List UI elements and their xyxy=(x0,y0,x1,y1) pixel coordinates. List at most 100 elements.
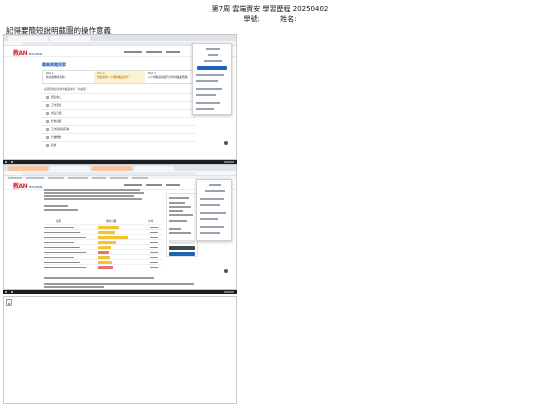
row-value xyxy=(150,236,158,238)
footer-text xyxy=(44,283,194,285)
assignment-header: 第7周 雲端資安 學習歷程 20250402 xyxy=(211,5,329,13)
start-icon[interactable] xyxy=(5,161,7,163)
footer-text xyxy=(44,277,154,279)
step-3[interactable]: Part 3 以下哪個選項最符合你的職業興趣？ xyxy=(145,71,196,83)
url-field[interactable] xyxy=(22,42,196,45)
popup-text xyxy=(196,80,218,82)
option-item[interactable]: 升遷機會 xyxy=(42,133,196,140)
summary-text xyxy=(44,189,140,191)
radio-icon[interactable] xyxy=(46,104,49,107)
row-value xyxy=(150,266,158,268)
clock xyxy=(224,161,234,163)
row-label xyxy=(44,226,74,228)
radio-icon[interactable] xyxy=(46,120,49,123)
option-label: 成長空間 xyxy=(51,112,62,115)
popup-text xyxy=(200,218,218,220)
taskbar-app-icon[interactable] xyxy=(11,291,13,293)
sidebar-button[interactable] xyxy=(169,240,195,244)
step-text: 你最看重以下哪種職業條件？ xyxy=(97,76,131,79)
summary-text xyxy=(44,195,134,197)
url-field[interactable] xyxy=(22,172,196,175)
table-header: 項目 xyxy=(56,220,62,223)
step-1[interactable]: Part 1 你喜歡哪種活動？ xyxy=(43,71,94,83)
option-label: 工作環境與同事 xyxy=(51,128,70,131)
radio-icon[interactable] xyxy=(46,112,49,115)
start-icon[interactable] xyxy=(5,291,7,293)
screenshot-3-placeholder xyxy=(3,296,237,404)
row-value xyxy=(150,226,158,228)
nav-link[interactable] xyxy=(124,184,142,186)
row-label xyxy=(44,246,80,248)
help-icon[interactable] xyxy=(224,269,228,273)
step-2[interactable]: Part 2 你最看重以下哪種職業條件？ xyxy=(94,71,145,83)
sidebar-text xyxy=(169,206,191,208)
logo-subtext: EDUCATION xyxy=(28,52,43,56)
popup-text xyxy=(200,232,220,234)
option-item[interactable]: 穩定收入 xyxy=(42,93,196,100)
option-item[interactable]: 其他 xyxy=(42,141,196,148)
step-text: 以下哪個選項最符合你的職業興趣？ xyxy=(148,76,190,79)
bookmark-item[interactable] xyxy=(110,176,128,179)
row-value xyxy=(150,251,158,253)
site-logo: 教AN EDUCATION xyxy=(13,48,42,57)
option-label: 工作彈性 xyxy=(51,104,62,107)
radio-icon[interactable] xyxy=(46,144,49,147)
row-label xyxy=(44,266,86,268)
popup-text xyxy=(209,184,221,186)
popup-text xyxy=(196,108,214,110)
sidebar-button[interactable] xyxy=(169,246,195,250)
radio-icon[interactable] xyxy=(46,136,49,139)
nav-link[interactable] xyxy=(146,184,162,186)
popup-text xyxy=(200,204,220,206)
popup-text xyxy=(196,94,216,96)
screenshot-1: 教AN EDUCATION 職業興趣探索 Part 1 你喜歡哪種活動？ Par… xyxy=(3,34,237,160)
radio-icon[interactable] xyxy=(46,96,49,99)
bookmark-item[interactable] xyxy=(26,176,44,179)
popup-text xyxy=(200,226,224,228)
row-value xyxy=(150,256,158,258)
popup-text xyxy=(200,198,224,200)
extension-popup xyxy=(192,43,232,115)
screenshot-2: 教AN EDUCATION 項目 你的分數 平均 xyxy=(3,164,237,290)
summary-text xyxy=(44,198,142,200)
bookmark-item[interactable] xyxy=(8,176,22,179)
popup-primary-button[interactable] xyxy=(197,66,227,70)
bookmark-item[interactable] xyxy=(132,176,148,179)
bookmark-item[interactable] xyxy=(68,176,88,179)
summary-text xyxy=(44,209,78,211)
option-item[interactable]: 成長空間 xyxy=(42,109,196,116)
logo-subtext: EDUCATION xyxy=(28,185,43,189)
popup-text xyxy=(206,48,220,50)
nav-link[interactable] xyxy=(166,51,180,53)
nav-link[interactable] xyxy=(146,51,162,53)
popup-text xyxy=(196,74,224,76)
student-id-label: 學號: xyxy=(243,15,260,23)
nav-link[interactable] xyxy=(166,184,180,186)
sidebar-button[interactable] xyxy=(169,252,195,256)
bookmark-item[interactable] xyxy=(92,176,106,179)
row-label xyxy=(44,261,80,263)
sidebar-text xyxy=(169,210,183,212)
option-item[interactable]: 工作彈性 xyxy=(42,101,196,108)
help-icon[interactable] xyxy=(224,141,228,145)
summary-text xyxy=(44,192,144,194)
nav-link[interactable] xyxy=(124,51,142,53)
popup-text xyxy=(196,88,222,90)
row-value xyxy=(150,261,158,263)
row-value xyxy=(150,241,158,243)
option-item[interactable]: 社會貢獻 xyxy=(42,117,196,124)
table-row xyxy=(44,264,162,269)
clock xyxy=(224,291,234,293)
site-logo: 教AN EDUCATION xyxy=(13,181,42,190)
radio-icon[interactable] xyxy=(46,128,49,131)
sidebar-text xyxy=(169,232,191,234)
broken-image-icon xyxy=(6,299,12,306)
taskbar-app-icon[interactable] xyxy=(11,161,13,163)
logo-text: 教AN xyxy=(13,50,28,57)
score-bar xyxy=(98,266,114,269)
bookmark-item[interactable] xyxy=(48,176,64,179)
name-label: 姓名: xyxy=(280,15,297,23)
option-item[interactable]: 工作環境與同事 xyxy=(42,125,196,132)
popup-text xyxy=(205,190,225,192)
popup-text xyxy=(208,54,218,56)
